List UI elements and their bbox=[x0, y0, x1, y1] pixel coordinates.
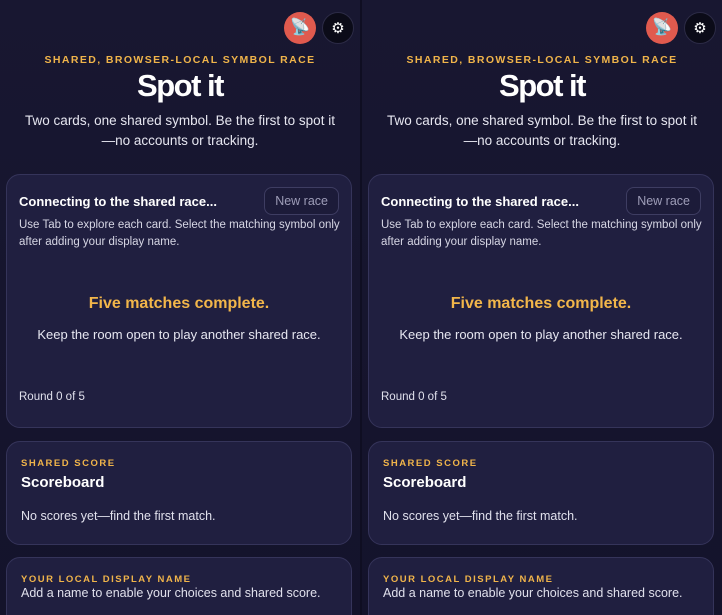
complete-message: Five matches complete. bbox=[450, 295, 632, 312]
left-pane: 📡 ⚙ SHARED, BROWSER-LOCAL SYMBOL RACE Sp… bbox=[0, 0, 360, 615]
page-subtitle: Two cards, one shared symbol. Be the fir… bbox=[25, 113, 335, 148]
scoreboard-card: SHARED SCORE Scoreboard No scores yet—fi… bbox=[6, 441, 352, 545]
game-instructions: Use Tab to explore each card. Select the… bbox=[381, 219, 702, 248]
round-indicator: Round 0 of 5 bbox=[19, 391, 85, 403]
new-race-button[interactable]: New race bbox=[626, 187, 701, 215]
connection-status: Connecting to the shared race... bbox=[381, 194, 579, 209]
header-eyebrow: SHARED, BROWSER-LOCAL SYMBOL RACE bbox=[406, 54, 678, 66]
display-name-eyebrow: YOUR LOCAL DISPLAY NAME bbox=[383, 574, 554, 585]
scoreboard-title: Scoreboard bbox=[21, 474, 105, 491]
top-toolbar: 📡 ⚙ bbox=[284, 12, 354, 44]
satellite-dish-icon[interactable]: 📡 bbox=[646, 12, 678, 44]
display-name-hint: Add a name to enable your choices and sh… bbox=[383, 586, 683, 600]
scoreboard-empty-text: No scores yet—find the first match. bbox=[383, 509, 578, 523]
satellite-dish-icon[interactable]: 📡 bbox=[284, 12, 316, 44]
complete-message: Five matches complete. bbox=[88, 295, 270, 312]
game-card: Connecting to the shared race... New rac… bbox=[368, 174, 714, 428]
game-card: Connecting to the shared race... New rac… bbox=[6, 174, 352, 428]
scoreboard-eyebrow: SHARED SCORE bbox=[21, 458, 116, 469]
page-subtitle: Two cards, one shared symbol. Be the fir… bbox=[387, 113, 697, 148]
scoreboard-card: SHARED SCORE Scoreboard No scores yet—fi… bbox=[368, 441, 714, 545]
display-name-eyebrow: YOUR LOCAL DISPLAY NAME bbox=[21, 574, 192, 585]
scoreboard-empty-text: No scores yet—find the first match. bbox=[21, 509, 216, 523]
top-toolbar: 📡 ⚙ bbox=[646, 12, 716, 44]
display-name-hint: Add a name to enable your choices and sh… bbox=[21, 586, 321, 600]
new-race-button[interactable]: New race bbox=[264, 187, 339, 215]
gear-icon[interactable]: ⚙ bbox=[322, 12, 354, 44]
page-title: Spot it bbox=[137, 68, 224, 103]
right-pane: 📡 ⚙ SHARED, BROWSER-LOCAL SYMBOL RACE Sp… bbox=[362, 0, 722, 615]
gear-icon[interactable]: ⚙ bbox=[684, 12, 716, 44]
round-indicator: Round 0 of 5 bbox=[381, 391, 447, 403]
display-name-card: YOUR LOCAL DISPLAY NAME Add a name to en… bbox=[6, 557, 352, 615]
scoreboard-eyebrow: SHARED SCORE bbox=[383, 458, 478, 469]
keep-open-message: Keep the room open to play another share… bbox=[399, 327, 683, 342]
scoreboard-title: Scoreboard bbox=[383, 474, 467, 491]
header-eyebrow: SHARED, BROWSER-LOCAL SYMBOL RACE bbox=[44, 54, 316, 66]
keep-open-message: Keep the room open to play another share… bbox=[37, 327, 321, 342]
page-title: Spot it bbox=[499, 68, 586, 103]
connection-status: Connecting to the shared race... bbox=[19, 194, 217, 209]
game-instructions: Use Tab to explore each card. Select the… bbox=[19, 219, 340, 248]
display-name-card: YOUR LOCAL DISPLAY NAME Add a name to en… bbox=[368, 557, 714, 615]
